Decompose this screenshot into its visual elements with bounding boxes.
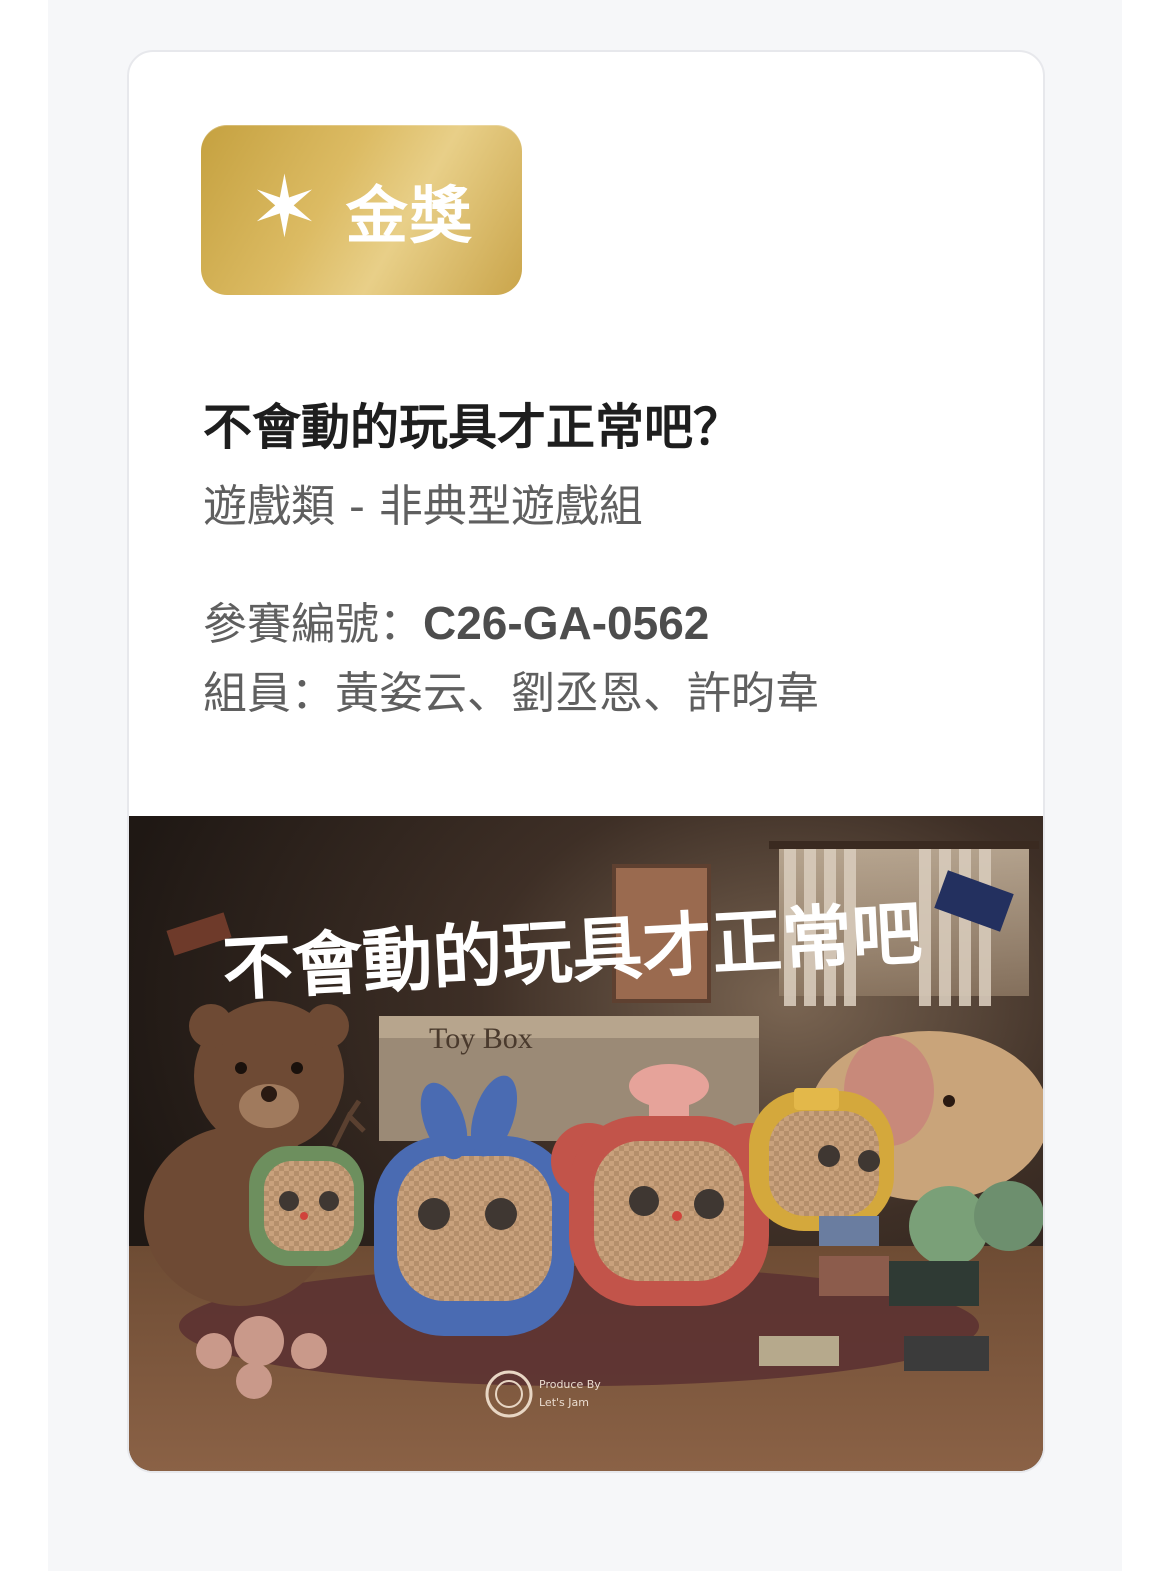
project-title: 不會動的玩具才正常吧？ xyxy=(203,399,743,456)
members-label: 組員： xyxy=(203,668,335,719)
star-icon: ✶ xyxy=(249,158,320,256)
toy-box-text: Toy Box xyxy=(429,1022,533,1055)
members-row: 組員：黃姿云、劉丞恩、許昀韋 xyxy=(203,657,819,721)
award-card[interactable]: ✶ 金獎 不會動的玩具才正常吧？ 遊戲類 - 非典型遊戲組 參賽編號：C26-G… xyxy=(127,50,1045,1473)
entry-number-label: 參賽編號： xyxy=(203,599,423,650)
entry-number-row: 參賽編號：C26-GA-0562 xyxy=(203,588,709,652)
project-category: 遊戲類 - 非典型遊戲組 xyxy=(203,481,643,532)
credit-line-2: Let's Jam xyxy=(539,1396,589,1409)
credit-line-1: Produce By xyxy=(539,1378,601,1391)
gold-award-badge: ✶ 金獎 xyxy=(201,125,522,295)
award-label: 金獎 xyxy=(345,179,474,252)
members-value: 黃姿云、劉丞恩、許昀韋 xyxy=(335,668,819,719)
project-poster-image[interactable]: Toy Box 不會動的玩具才正常吧 Produce By Let's Jam xyxy=(129,816,1043,1471)
entry-number-value: C26-GA-0562 xyxy=(423,597,710,649)
